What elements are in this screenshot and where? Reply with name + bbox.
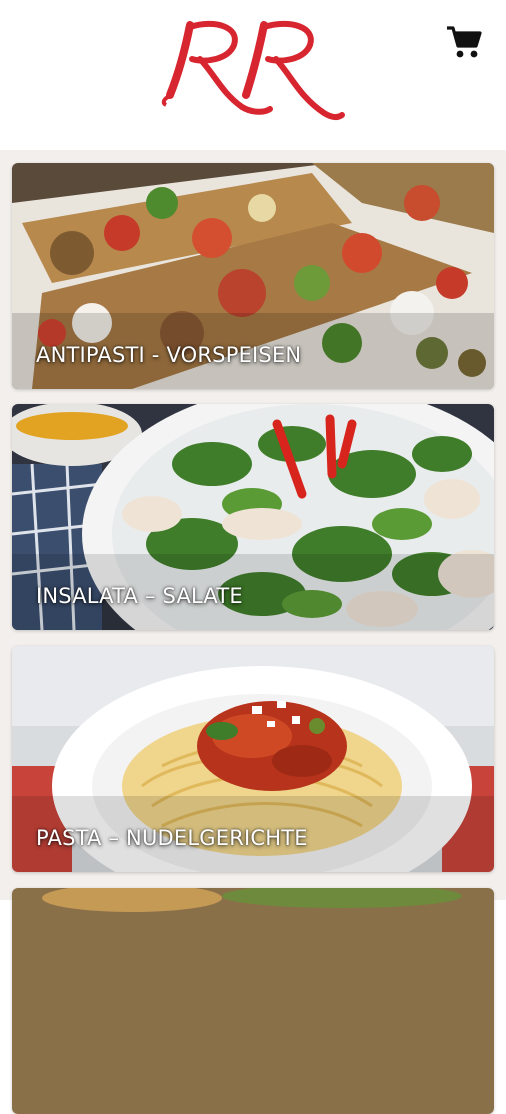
app-header	[0, 0, 506, 150]
cart-button[interactable]	[444, 22, 484, 62]
category-list: ANTIPASTI - VORSPEISEN INSALATA – SALATE…	[0, 150, 506, 1114]
shopping-cart-icon	[447, 26, 482, 58]
category-card-partial[interactable]	[12, 888, 494, 1114]
category-label: ANTIPASTI - VORSPEISEN	[36, 343, 302, 367]
category-card-antipasti[interactable]: ANTIPASTI - VORSPEISEN	[12, 163, 494, 389]
category-card-insalata[interactable]: INSALATA – SALATE	[12, 404, 494, 630]
restaurant-logo[interactable]	[160, 15, 346, 125]
category-card-pasta[interactable]: PASTA – NUDELGERICHTE	[12, 646, 494, 872]
partial-category-image	[12, 888, 494, 1114]
category-label: PASTA – NUDELGERICHTE	[36, 826, 308, 850]
logo-rr-icon	[161, 20, 345, 121]
category-label: INSALATA – SALATE	[36, 584, 243, 608]
